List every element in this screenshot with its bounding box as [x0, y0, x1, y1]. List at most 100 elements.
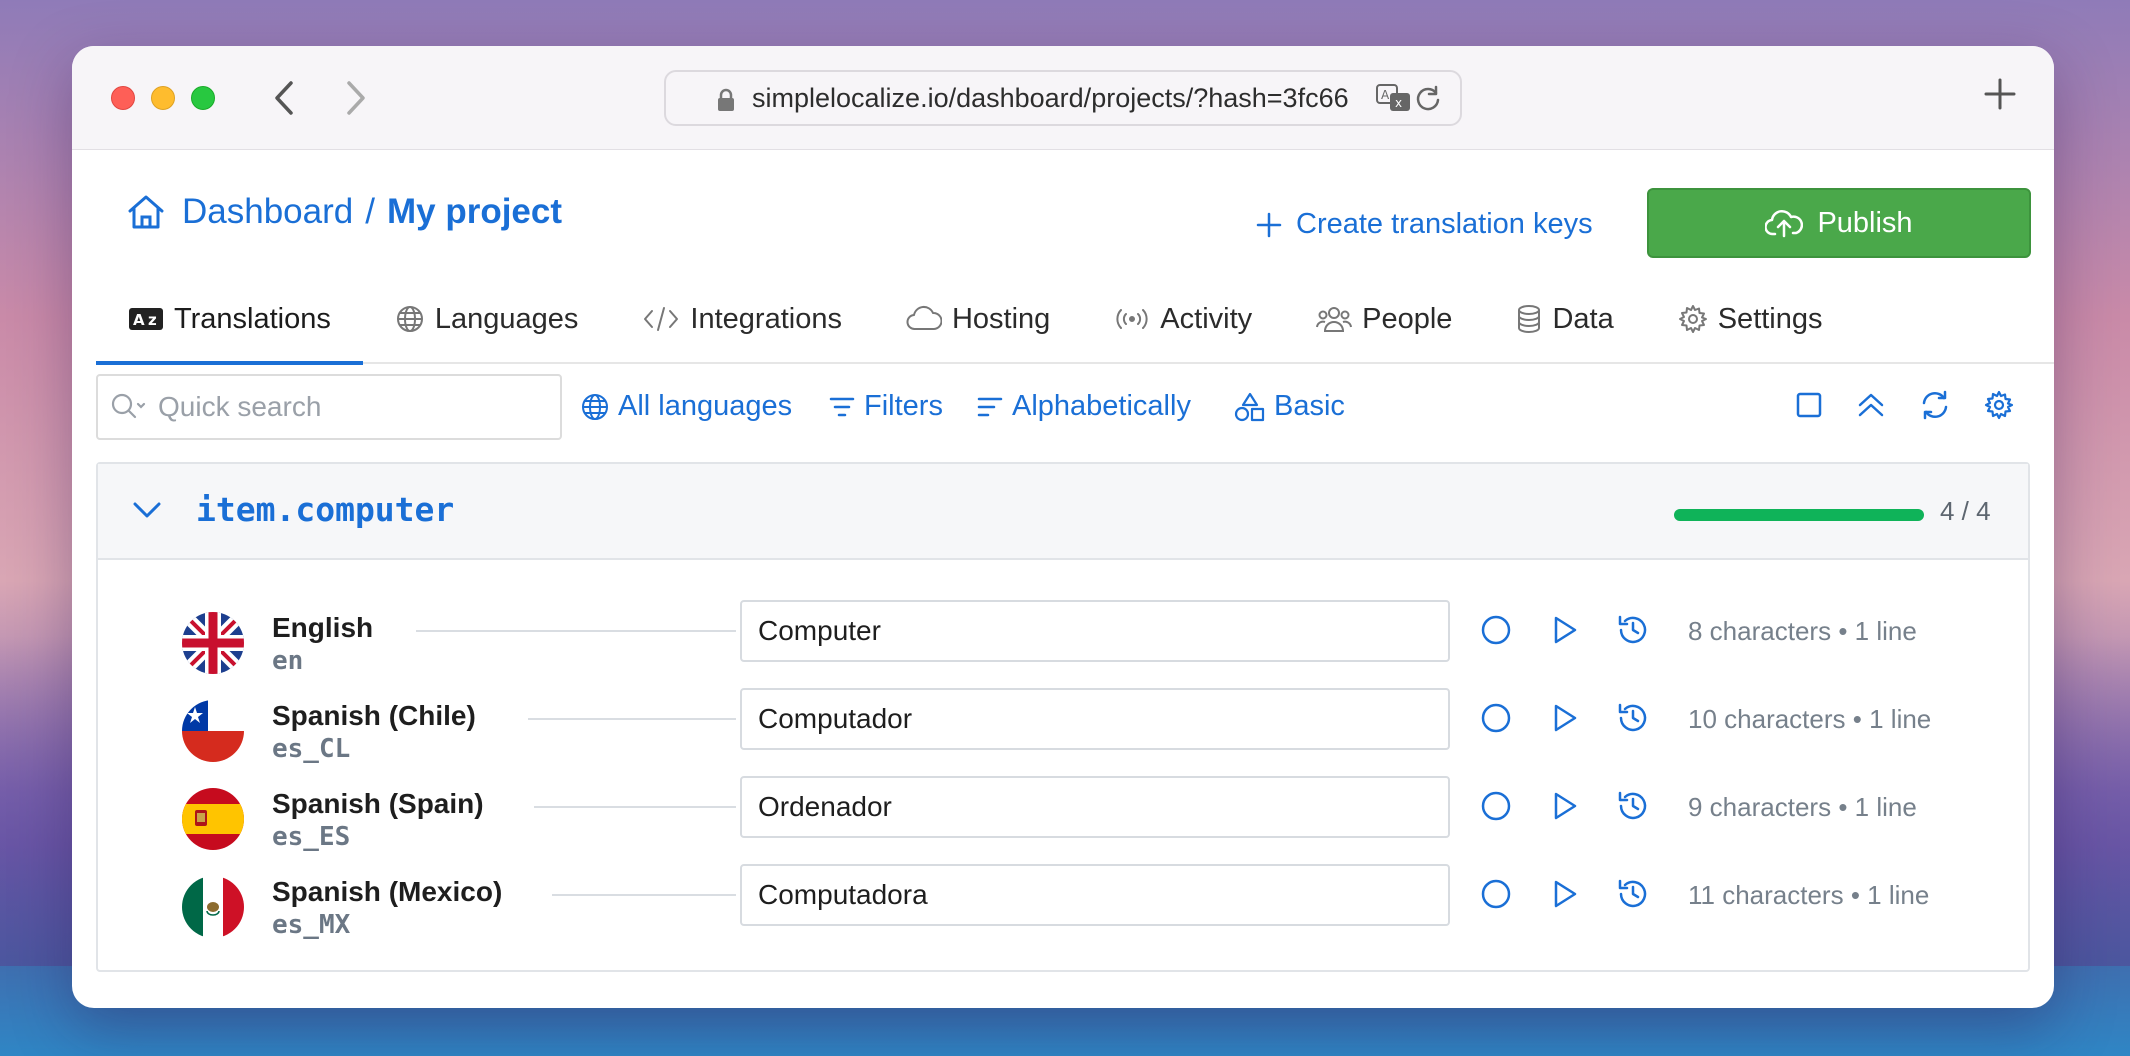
circle-status-icon[interactable] [1480, 790, 1512, 822]
filters-label: Filters [864, 390, 943, 422]
tab-settings[interactable]: Settings [1646, 275, 1855, 363]
character-count: 11 characters • 1 line [1688, 880, 1930, 910]
language-code: es_CL [272, 734, 351, 764]
language-name: Spanish (Mexico) [272, 876, 503, 907]
breadcrumb: Dashboard / My project [126, 192, 562, 232]
language-name: Spanish (Spain) [272, 788, 484, 819]
history-icon[interactable] [1616, 790, 1650, 822]
create-translation-keys-button[interactable]: Create translation keys [1256, 208, 1593, 241]
tab-bar: Az Translations Languages Integrations H… [96, 275, 2054, 365]
tab-label: Languages [434, 302, 579, 335]
sort-label: Alphabetically [1012, 390, 1191, 422]
database-icon [1516, 304, 1542, 334]
circle-status-icon[interactable] [1480, 702, 1512, 734]
play-icon[interactable] [1550, 702, 1580, 734]
tab-label: Settings [1717, 302, 1823, 335]
translation-progress-bar [1674, 509, 1924, 521]
search-icon [110, 392, 150, 422]
filters-button[interactable]: Filters [828, 390, 943, 423]
translation-row-es-mx: Spanish (Mexico) es_MX 11 characters • 1… [98, 864, 2028, 952]
svg-text:A: A [133, 311, 145, 329]
chevron-right-icon [347, 81, 365, 115]
all-languages-button[interactable]: All languages [580, 390, 792, 423]
key-header[interactable]: item.computer 4 / 4 [98, 464, 2028, 560]
character-count: 10 characters • 1 line [1688, 704, 1932, 734]
svg-text:A: A [1381, 88, 1390, 102]
select-all-checkbox-icon[interactable] [1794, 390, 1824, 420]
chevron-down-icon[interactable] [132, 500, 162, 525]
cloud-icon [906, 305, 942, 333]
sort-button[interactable]: Alphabetically [976, 390, 1191, 423]
tab-people[interactable]: People [1284, 275, 1484, 363]
translation-input[interactable] [740, 864, 1450, 926]
people-icon [1316, 304, 1353, 334]
row-connector [416, 630, 736, 632]
forward-button[interactable] [334, 76, 378, 120]
quick-search[interactable] [96, 374, 562, 440]
view-mode-button[interactable]: Basic [1234, 390, 1345, 423]
publish-button[interactable]: Publish [1647, 188, 2031, 258]
row-connector [528, 718, 736, 720]
title-bar: simplelocalize.io/dashboard/projects/?ha… [72, 46, 2054, 150]
tab-hosting[interactable]: Hosting [874, 275, 1082, 363]
translation-key-name[interactable]: item.computer [196, 490, 454, 529]
tab-integrations[interactable]: Integrations [610, 275, 874, 363]
fullscreen-window-button[interactable] [191, 86, 215, 110]
breadcrumb-separator: / [365, 192, 375, 231]
translation-input[interactable] [740, 776, 1450, 838]
play-icon[interactable] [1550, 878, 1580, 910]
page-header: Dashboard / My project Create translatio… [72, 150, 2054, 280]
tab-label: People [1362, 302, 1453, 335]
history-icon[interactable] [1616, 878, 1650, 910]
lock-icon [716, 88, 736, 117]
publish-label: Publish [1817, 206, 1913, 239]
address-bar[interactable]: simplelocalize.io/dashboard/projects/?ha… [664, 70, 1462, 126]
translations-toolbar: All languages Filters Alphabetically Bas… [96, 374, 2030, 444]
uk-flag-icon [182, 612, 244, 674]
translation-row-es-es: Spanish (Spain) es_ES 9 characters • 1 l… [98, 776, 2028, 864]
history-icon[interactable] [1616, 614, 1650, 646]
translation-input[interactable] [740, 688, 1450, 750]
translation-input[interactable] [740, 600, 1450, 662]
character-count: 9 characters • 1 line [1688, 792, 1917, 822]
tab-data[interactable]: Data [1484, 275, 1645, 363]
tab-label: Translations [174, 302, 331, 335]
tab-label: Activity [1160, 302, 1253, 335]
project-name[interactable]: My project [387, 192, 562, 232]
play-icon[interactable] [1550, 614, 1580, 646]
home-icon[interactable] [126, 193, 166, 231]
url-text: simplelocalize.io/dashboard/projects/?ha… [752, 82, 1349, 113]
spain-flag-icon [182, 788, 244, 850]
back-button[interactable] [262, 76, 306, 120]
shapes-icon [1234, 392, 1266, 422]
collapse-all-icon[interactable] [1856, 390, 1886, 420]
refresh-icon[interactable] [1920, 390, 1950, 420]
filter-icon [828, 394, 856, 420]
play-icon[interactable] [1550, 790, 1580, 822]
history-icon[interactable] [1616, 702, 1650, 734]
close-window-button[interactable] [111, 86, 135, 110]
circle-status-icon[interactable] [1480, 878, 1512, 910]
translation-progress-fill [1674, 509, 1924, 521]
language-name: Spanish (Chile) [272, 700, 476, 731]
tab-label: Data [1552, 302, 1614, 335]
gear-icon[interactable] [1984, 390, 2014, 420]
all-languages-label: All languages [618, 390, 793, 422]
tab-label: Hosting [951, 302, 1051, 335]
tab-translations[interactable]: Az Translations [96, 275, 363, 365]
svg-text:z: z [148, 311, 157, 329]
tab-activity[interactable]: Activity [1082, 275, 1284, 363]
translate-page-icon[interactable]: Ax [1376, 84, 1412, 117]
circle-status-icon[interactable] [1480, 614, 1512, 646]
translation-row-en: English en 8 characters • 1 line [98, 600, 2028, 688]
search-input[interactable] [158, 391, 518, 423]
new-tab-button[interactable] [1980, 74, 2020, 119]
svg-text:x: x [1395, 96, 1402, 110]
minimize-window-button[interactable] [151, 86, 175, 110]
browser-window: simplelocalize.io/dashboard/projects/?ha… [72, 46, 2054, 1008]
reload-icon[interactable] [1414, 85, 1442, 118]
translate-box-icon: Az [128, 307, 164, 331]
breadcrumb-dashboard-link[interactable]: Dashboard [182, 192, 353, 232]
tab-languages[interactable]: Languages [363, 275, 611, 363]
translation-key-panel: item.computer 4 / 4 English en 8 charact… [96, 462, 2030, 972]
